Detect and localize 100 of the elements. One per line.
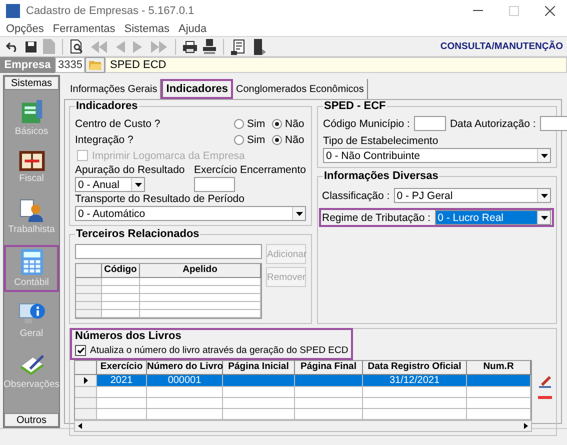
scroll-right-icon[interactable]: [524, 423, 528, 429]
horizontal-scrollbar[interactable]: [74, 420, 532, 432]
section-title: Números dos Livros: [75, 330, 182, 342]
column-header: Num.R: [467, 361, 531, 375]
input-field[interactable]: [75, 244, 262, 259]
result-dropdown[interactable]: 0 - Anual: [75, 177, 145, 192]
notepad-pen-icon: [18, 353, 46, 377]
app-logo-icon: [6, 4, 20, 18]
column-header: Exercício: [97, 361, 147, 375]
close-icon[interactable]: [545, 6, 555, 16]
current-row-icon: [84, 377, 88, 384]
tab[interactable]: Conglomerados Econômicos: [233, 79, 368, 99]
column-header: Data Registro Oficial: [363, 361, 467, 375]
dropdown-arrow-icon: [540, 154, 548, 158]
input-field[interactable]: [194, 177, 235, 192]
radio-button[interactable]: [272, 134, 282, 144]
book-icon: [18, 151, 44, 171]
toolbar-button[interactable]: [201, 38, 218, 56]
menu-item[interactable]: Ajuda: [178, 22, 207, 34]
row-header: [75, 409, 97, 420]
checkbox-label: Atualiza o número do livro através da geração do SPED ECD: [90, 345, 348, 356]
dropdown-arrow-icon: [296, 212, 302, 216]
table-cell: 31/12/2021: [363, 375, 467, 387]
menu-item[interactable]: Opções: [6, 22, 44, 34]
menu-item[interactable]: Sistemas: [124, 22, 170, 34]
field-label: Classificação :: [322, 190, 390, 202]
toolbar-button[interactable]: [251, 38, 268, 56]
input-field[interactable]: [414, 116, 446, 131]
checkbox-label: Imprimir Logomarca da Empresa: [92, 150, 245, 162]
stamp-icon: [203, 39, 216, 54]
field-label: Tipo de Estabelecimento: [323, 135, 440, 147]
dropdown-arrow-icon: [540, 194, 548, 198]
save-icon: [25, 40, 37, 52]
next-icon: [132, 40, 144, 52]
table-cell: [97, 387, 147, 398]
document-icon: [43, 39, 55, 54]
field-label: Transporte do Resultado de Período: [75, 193, 246, 205]
column-header: Número do Livro: [147, 361, 223, 375]
menu-item[interactable]: Ferramentas: [52, 22, 116, 34]
table-cell: [97, 409, 147, 420]
radio-label: Não: [285, 118, 304, 130]
radio-label: Sim: [247, 118, 266, 130]
checkbox[interactable]: [75, 345, 86, 356]
table-cell: [223, 409, 295, 420]
table-cell: [295, 409, 363, 420]
column-header: Código: [102, 264, 140, 278]
dropdown[interactable]: 0 - Lucro Real: [434, 210, 551, 225]
pencil-icon[interactable]: [538, 374, 552, 388]
section-title: SPED - ECF: [323, 100, 387, 112]
dropdown[interactable]: 0 - PJ Geral: [394, 188, 551, 203]
table-cell: 2021: [97, 375, 147, 387]
column-header: Apelido: [140, 264, 261, 278]
table-cell: [295, 387, 363, 398]
folder-icon: [88, 60, 102, 70]
field-label: Código Município :: [323, 118, 410, 130]
field-label: Data Autorização :: [450, 118, 536, 130]
door-icon: [253, 38, 266, 54]
field-label: Exercício Encerramento: [194, 164, 306, 176]
section-title: Indicadores: [75, 100, 139, 112]
company-label: Empresa: [0, 57, 55, 73]
undo-icon: [6, 41, 19, 52]
company-name-field[interactable]: SPED ECD: [105, 57, 567, 73]
report-icon: [231, 38, 247, 54]
radio-button[interactable]: [234, 118, 244, 128]
field-label: Regime de Tributação :: [322, 212, 431, 224]
sidebar-header-button[interactable]: Sistemas: [4, 76, 59, 90]
transport-dropdown[interactable]: 0 - Automático: [75, 206, 306, 221]
radio-label: Não: [285, 134, 304, 146]
table-cell: [467, 375, 531, 387]
table-cell: [223, 375, 295, 387]
table-cell: [223, 398, 295, 409]
fast-forward-icon: [150, 40, 168, 52]
radio-button[interactable]: [234, 134, 244, 144]
spreadsheet-icon: [20, 100, 44, 124]
establishment-dropdown[interactable]: 0 - Não Contribuinte: [323, 148, 551, 163]
row-header: [75, 398, 97, 409]
sidebar-footer-button[interactable]: Outros: [4, 413, 59, 427]
dropdown-arrow-icon: [540, 216, 548, 220]
table-cell: [223, 387, 295, 398]
mode-label: CONSULTA/MANUTENÇÃO: [440, 41, 563, 52]
computer-info-icon: [18, 302, 44, 326]
tab[interactable]: Indicadores: [161, 79, 234, 99]
scroll-left-icon[interactable]: [78, 423, 82, 429]
window-title: Cadastro de Empresas - 5.167.0.1: [26, 4, 196, 16]
tab[interactable]: Informações Gerais: [67, 79, 162, 99]
company-code-field[interactable]: 3335: [55, 57, 85, 73]
section-title: Terceiros Relacionados: [75, 228, 200, 240]
table-cell: [295, 375, 363, 387]
column-header: Página Final: [295, 361, 363, 375]
radio-label: Sim: [247, 134, 266, 146]
previous-icon: [114, 40, 126, 52]
column-header: Página Inicial: [223, 361, 295, 375]
rewind-icon: [90, 40, 108, 52]
checkmark-icon: [76, 347, 84, 354]
field-label: Apuração do Resultado: [75, 164, 185, 176]
radio-button[interactable]: [272, 118, 282, 128]
table-cell: [97, 398, 147, 409]
worker-icon: [20, 198, 44, 222]
section-title: Informações Diversas: [323, 170, 440, 182]
table-cell: [295, 398, 363, 409]
